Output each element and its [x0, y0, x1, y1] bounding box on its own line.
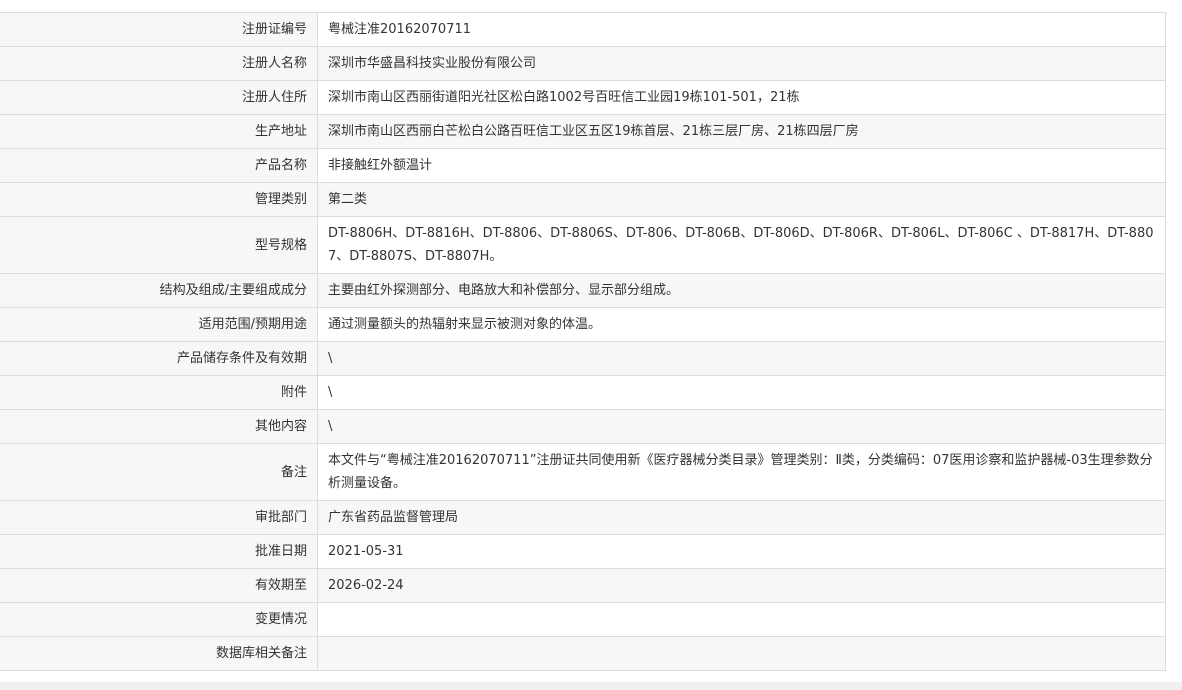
row-label: 其他内容	[0, 409, 318, 444]
row-approval-department: 审批部门 广东省药品监督管理局	[0, 500, 1166, 535]
registration-detail-table: 注册证编号 粤械注准20162070711 注册人名称 深圳市华盛昌科技实业股份…	[0, 12, 1166, 671]
row-label: 审批部门	[0, 500, 318, 535]
row-value: 第二类	[317, 182, 1166, 217]
row-label: 产品名称	[0, 148, 318, 183]
row-value: 通过测量额头的热辐射来显示被测对象的体温。	[317, 307, 1166, 342]
row-label: 结构及组成/主要组成成分	[0, 273, 318, 308]
row-value: 广东省药品监督管理局	[317, 500, 1166, 535]
row-label: 变更情况	[0, 602, 318, 637]
row-value: 主要由红外探测部分、电路放大和补偿部分、显示部分组成。	[317, 273, 1166, 308]
row-label: 注册人名称	[0, 46, 318, 81]
row-value: 深圳市华盛昌科技实业股份有限公司	[317, 46, 1166, 81]
row-intended-use: 适用范围/预期用途 通过测量额头的热辐射来显示被测对象的体温。	[0, 307, 1166, 342]
row-label: 数据库相关备注	[0, 636, 318, 671]
row-label: 型号规格	[0, 216, 318, 274]
row-change-status: 变更情况	[0, 602, 1166, 637]
row-valid-until: 有效期至 2026-02-24	[0, 568, 1166, 603]
row-label: 批准日期	[0, 534, 318, 569]
row-label: 生产地址	[0, 114, 318, 149]
row-database-remarks: 数据库相关备注	[0, 636, 1166, 671]
row-value: 非接触红外额温计	[317, 148, 1166, 183]
row-registrant-address: 注册人住所 深圳市南山区西丽街道阳光社区松白路1002号百旺信工业园19栋101…	[0, 80, 1166, 115]
registration-detail-page: 注册证编号 粤械注准20162070711 注册人名称 深圳市华盛昌科技实业股份…	[0, 0, 1182, 690]
row-model-spec: 型号规格 DT-8806H、DT-8816H、DT-8806、DT-8806S、…	[0, 216, 1166, 274]
row-value: 本文件与“粤械注准20162070711”注册证共同使用新《医疗器械分类目录》管…	[317, 443, 1166, 501]
row-remarks: 备注 本文件与“粤械注准20162070711”注册证共同使用新《医疗器械分类目…	[0, 443, 1166, 501]
row-value: 粤械注准20162070711	[317, 12, 1166, 47]
row-label: 适用范围/预期用途	[0, 307, 318, 342]
row-registrant-name: 注册人名称 深圳市华盛昌科技实业股份有限公司	[0, 46, 1166, 81]
row-value: \	[317, 375, 1166, 410]
row-product-name: 产品名称 非接触红外额温计	[0, 148, 1166, 183]
row-value: 2021-05-31	[317, 534, 1166, 569]
row-production-address: 生产地址 深圳市南山区西丽白芒松白公路百旺信工业区五区19栋首层、21栋三层厂房…	[0, 114, 1166, 149]
row-value: \	[317, 341, 1166, 376]
row-value: 深圳市南山区西丽白芒松白公路百旺信工业区五区19栋首层、21栋三层厂房、21栋四…	[317, 114, 1166, 149]
row-approval-date: 批准日期 2021-05-31	[0, 534, 1166, 569]
row-label: 附件	[0, 375, 318, 410]
row-value: DT-8806H、DT-8816H、DT-8806、DT-8806S、DT-80…	[317, 216, 1166, 274]
row-value	[317, 636, 1166, 671]
row-value: 深圳市南山区西丽街道阳光社区松白路1002号百旺信工业园19栋101-501，2…	[317, 80, 1166, 115]
page-bottom-divider	[0, 682, 1182, 690]
row-registration-number: 注册证编号 粤械注准20162070711	[0, 12, 1166, 47]
row-label: 有效期至	[0, 568, 318, 603]
row-value: 2026-02-24	[317, 568, 1166, 603]
row-storage-conditions: 产品储存条件及有效期 \	[0, 341, 1166, 376]
row-structure-composition: 结构及组成/主要组成成分 主要由红外探测部分、电路放大和补偿部分、显示部分组成。	[0, 273, 1166, 308]
row-attachments: 附件 \	[0, 375, 1166, 410]
row-label: 注册证编号	[0, 12, 318, 47]
row-management-category: 管理类别 第二类	[0, 182, 1166, 217]
row-label: 管理类别	[0, 182, 318, 217]
row-label: 备注	[0, 443, 318, 501]
row-value	[317, 602, 1166, 637]
row-value: \	[317, 409, 1166, 444]
row-label: 注册人住所	[0, 80, 318, 115]
row-other-content: 其他内容 \	[0, 409, 1166, 444]
row-label: 产品储存条件及有效期	[0, 341, 318, 376]
